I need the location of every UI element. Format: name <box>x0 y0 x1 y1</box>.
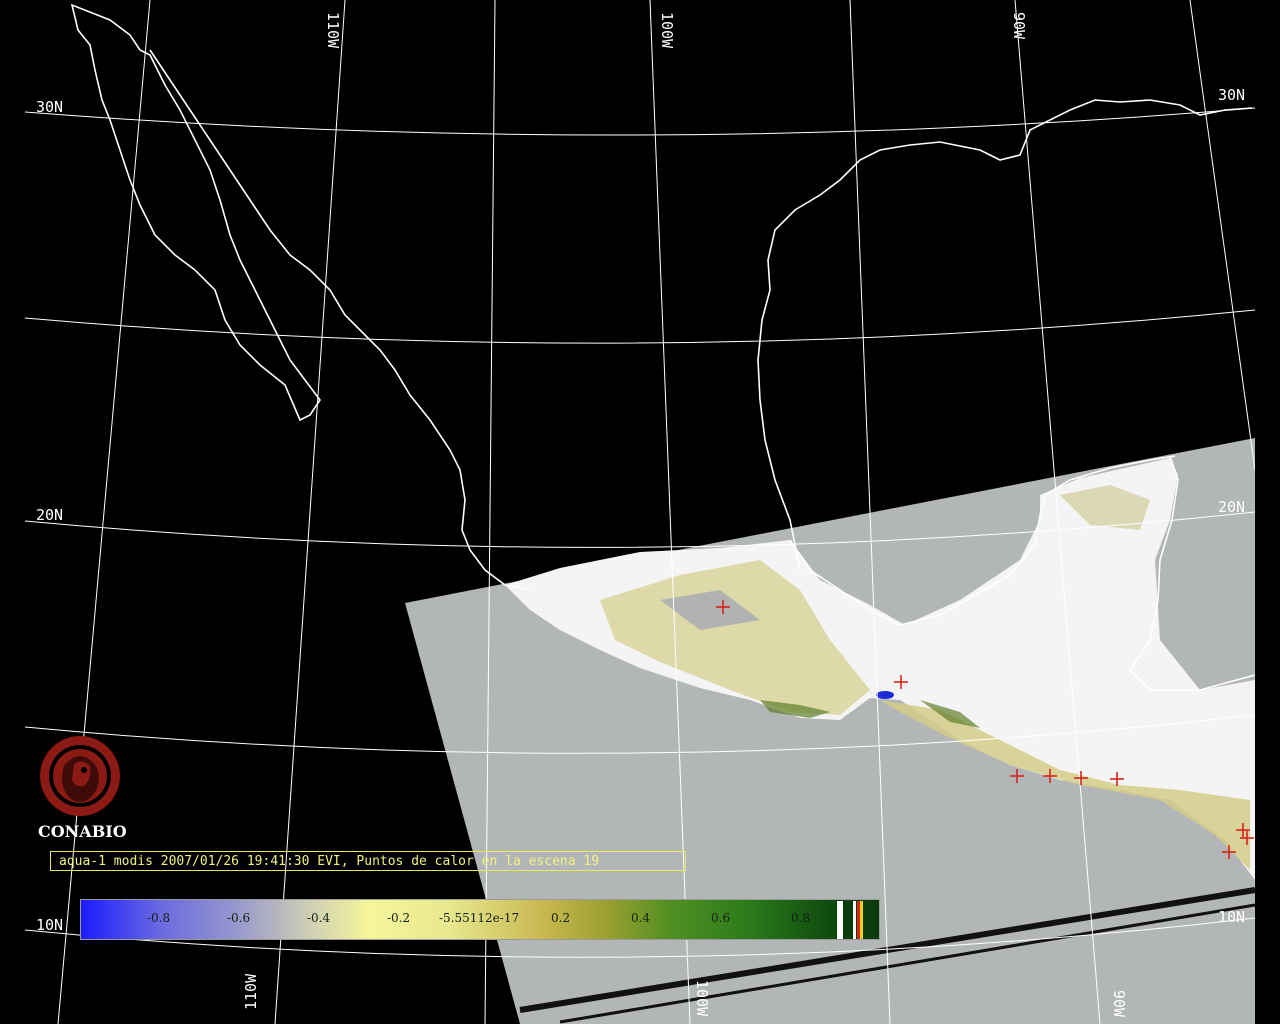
colorbar-tick: -0.4 <box>307 911 331 925</box>
colorbar-white-stripe <box>853 901 856 939</box>
colorbar-tick: -0.8 <box>147 911 171 925</box>
lat-label-10n-left: 10N <box>36 916 63 934</box>
colorbar-tick: -0.6 <box>227 911 251 925</box>
colorbar-tick: 0.6 <box>711 911 731 925</box>
right-border <box>1255 0 1280 1024</box>
colorbar-gap-stripe <box>843 901 853 939</box>
lat-label-20n-right: 20N <box>1218 498 1245 516</box>
lon-label-90w-top: 90W <box>1010 12 1028 40</box>
conabio-name: CONABIO <box>38 822 127 841</box>
lat-label-20n-left: 20N <box>36 506 63 524</box>
colorbar-yellow-stripe <box>860 901 863 939</box>
colorbar-tick: -0.2 <box>387 911 411 925</box>
colorbar-tick: 0.8 <box>791 911 811 925</box>
lon-label-110w-bottom: 110W <box>242 973 260 1010</box>
lon-label-100w-top: 100W <box>658 12 676 49</box>
lon-label-100w-bottom: 100W <box>693 980 711 1017</box>
colorbar-tick: 0.2 <box>551 911 571 925</box>
colorbar-tick: 0.4 <box>631 911 651 925</box>
lon-label-110w-top: 110W <box>324 12 342 49</box>
colorbar-tick: -5.55112e-17 <box>439 911 520 925</box>
evi-colorbar: -0.8 -0.6 -0.4 -0.2 -5.55112e-17 0.2 0.4… <box>80 899 880 940</box>
scene-caption: aqua-1 modis 2007/01/26 19:41:30 EVI, Pu… <box>50 851 686 871</box>
lon-label-90w-bottom: 90W <box>1110 990 1128 1018</box>
conabio-logo-icon <box>40 736 120 816</box>
lat-label-30n-right: 30N <box>1218 86 1245 104</box>
lat-label-30n-left: 30N <box>36 98 63 116</box>
lat-label-10n-right: 10N <box>1218 908 1245 926</box>
